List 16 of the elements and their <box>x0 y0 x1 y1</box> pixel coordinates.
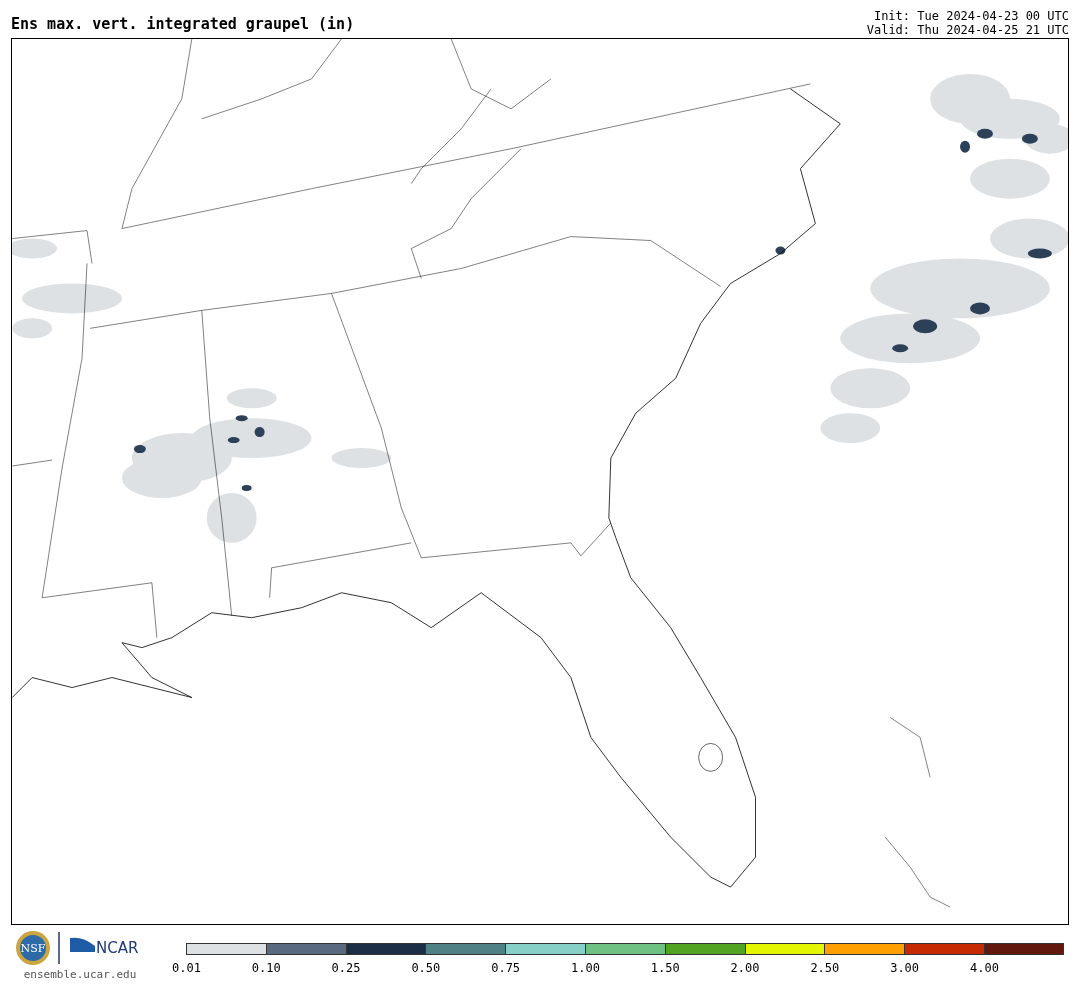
nsf-ncar-logo: NSF NCAR <box>15 930 145 966</box>
colorbar-label: 0.10 <box>251 961 281 975</box>
colorbar-label: 0.01 <box>172 961 201 975</box>
colorbar-label: 4.00 <box>969 961 999 975</box>
colorbar-label: 0.25 <box>331 961 361 975</box>
colorbar-label: 1.50 <box>650 961 680 975</box>
website-url: ensemble.ucar.edu <box>23 968 137 981</box>
colorbar-label: 0.75 <box>491 961 521 975</box>
colorbar-label: 0.50 <box>411 961 441 975</box>
colorbar-label: 1.00 <box>571 961 600 975</box>
valid-time: Valid: Thu 2024-04-25 21 UTC <box>866 23 1069 37</box>
colorbar-label: 2.50 <box>810 961 840 975</box>
colorbar-label: 3.00 <box>890 961 920 975</box>
init-time: Init: Tue 2024-04-23 00 UTC <box>873 9 1069 23</box>
chart-title: Ens max. vert. integrated graupel (in) <box>11 15 355 35</box>
colorbar-label: 2.00 <box>730 961 760 975</box>
